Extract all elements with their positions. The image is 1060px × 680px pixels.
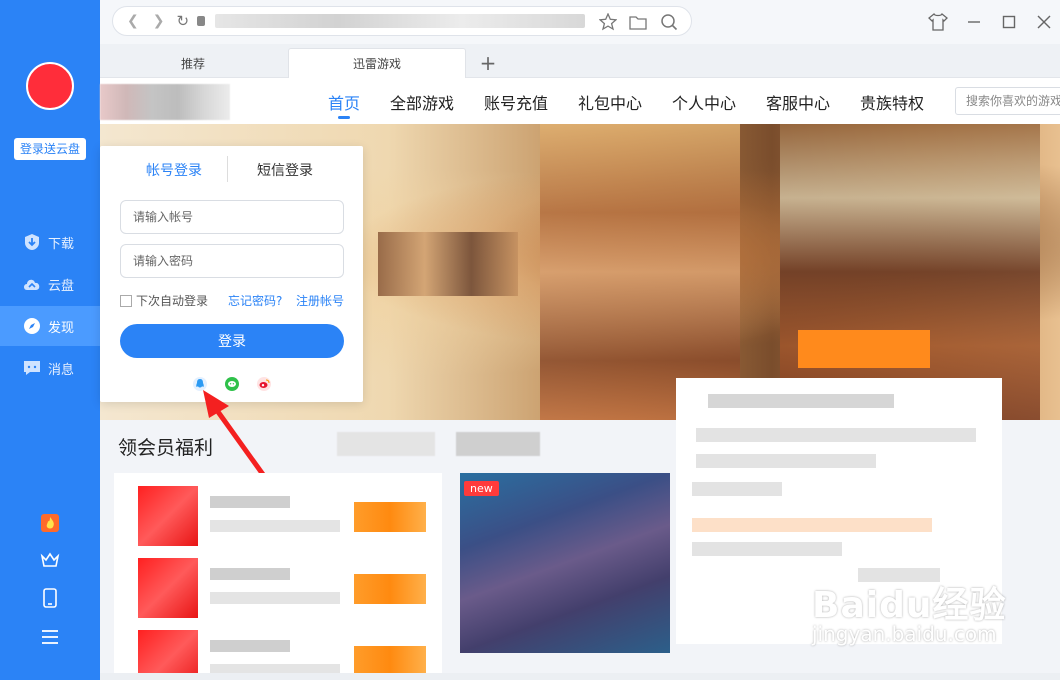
benefit-thumbnail <box>138 558 198 618</box>
benefit-claim-button[interactable] <box>354 502 426 532</box>
crown-icon[interactable] <box>38 548 62 572</box>
search-icon[interactable] <box>657 10 681 34</box>
site-logo[interactable] <box>100 84 230 120</box>
login-cloud-button[interactable]: 登录送云盘 <box>14 138 86 160</box>
login-panel: 帐号登录 短信登录 下次自动登录 忘记密码? 注册帐号 登录 <box>100 146 363 402</box>
info-line <box>696 428 976 442</box>
game-card[interactable]: new <box>460 473 670 653</box>
compass-icon <box>22 316 42 336</box>
tab-recommend[interactable]: 推荐 <box>104 48 282 78</box>
info-line <box>696 454 876 468</box>
password-input[interactable] <box>120 244 344 278</box>
sidebar-item-download[interactable]: 下载 <box>0 222 100 262</box>
nav-recharge[interactable]: 账号充值 <box>484 90 548 114</box>
register-link[interactable]: 注册帐号 <box>296 292 344 309</box>
nav-gift-center[interactable]: 礼包中心 <box>578 90 642 114</box>
watermark-url: jingyan.baidu.com <box>812 622 997 646</box>
section-title-benefits: 领会员福利 <box>118 437 214 459</box>
benefit-list-card <box>114 473 442 680</box>
menu-icon[interactable] <box>38 625 62 649</box>
maximize-icon[interactable] <box>997 10 1021 34</box>
info-line <box>692 542 842 556</box>
back-icon[interactable]: ❮ <box>127 13 139 29</box>
cloud-icon <box>22 274 42 294</box>
skin-icon[interactable] <box>926 10 950 34</box>
sidebar-item-messages[interactable]: 消息 <box>0 348 100 388</box>
nav-home[interactable]: 首页 <box>328 90 360 119</box>
game-search-input[interactable]: 搜索你喜欢的游戏 <box>955 87 1060 115</box>
forward-icon[interactable]: ❯ <box>153 13 165 29</box>
user-avatar[interactable] <box>26 62 74 110</box>
download-icon <box>22 232 42 252</box>
blurred-subtitle <box>337 432 435 456</box>
folder-star-icon[interactable] <box>626 10 650 34</box>
info-line <box>708 394 894 408</box>
tab-sms-login[interactable]: 短信登录 <box>257 160 313 180</box>
tab-divider <box>227 156 228 182</box>
auto-login-checkbox[interactable]: 下次自动登录 <box>120 292 208 309</box>
benefit-claim-button[interactable] <box>354 574 426 604</box>
star-icon[interactable] <box>596 10 620 34</box>
left-sidebar: 登录送云盘 下载 云盘 发现 消息 <box>0 0 100 680</box>
lock-icon <box>197 16 206 26</box>
blurred-tab[interactable] <box>456 432 540 456</box>
list-item[interactable] <box>138 558 428 620</box>
banner-logo-pixelated <box>378 232 518 296</box>
account-input[interactable] <box>120 200 344 234</box>
nav-service-center[interactable]: 客服中心 <box>766 90 830 114</box>
phone-icon[interactable] <box>38 586 62 610</box>
forgot-password-link[interactable]: 忘记密码? <box>228 292 282 309</box>
baidu-watermark: Baidu经验 jingyan.baidu.com <box>812 576 1007 646</box>
nav-noble-privilege[interactable]: 贵族特权 <box>860 90 924 114</box>
browser-toolbar: ❮ ❯ ↻ <box>100 0 1060 44</box>
site-navigation: 首页 全部游戏 账号充值 礼包中心 个人中心 客服中心 贵族特权 搜索你喜欢的游… <box>100 78 1060 124</box>
sidebar-item-label: 云盘 <box>48 278 75 294</box>
list-item[interactable] <box>138 486 428 548</box>
close-icon[interactable] <box>1032 10 1056 34</box>
info-line <box>692 518 932 532</box>
benefit-title-blurred <box>210 640 290 652</box>
sidebar-item-cloud[interactable]: 云盘 <box>0 264 100 304</box>
benefit-title-blurred <box>210 568 290 580</box>
message-icon <box>22 358 42 378</box>
tab-account-login[interactable]: 帐号登录 <box>146 160 202 180</box>
url-text-blurred <box>215 14 586 28</box>
fire-icon[interactable] <box>38 511 62 535</box>
watermark-logo: Baidu经验 <box>812 585 1007 626</box>
reload-icon[interactable]: ↻ <box>176 12 189 30</box>
benefit-title-blurred <box>210 496 290 508</box>
sidebar-item-label: 下载 <box>48 236 75 252</box>
new-badge: new <box>464 481 499 496</box>
benefit-desc-blurred <box>210 592 340 604</box>
banner-hero-left <box>540 124 740 420</box>
info-line <box>692 482 782 496</box>
login-button[interactable]: 登录 <box>120 324 344 358</box>
benefit-claim-button[interactable] <box>354 646 426 676</box>
benefit-desc-blurred <box>210 520 340 532</box>
horizontal-scrollbar[interactable] <box>100 673 1060 680</box>
banner-hero-right <box>780 124 1040 420</box>
nav-all-games[interactable]: 全部游戏 <box>390 90 454 114</box>
benefit-thumbnail <box>138 486 198 546</box>
minimize-icon[interactable] <box>962 10 986 34</box>
sidebar-item-discover[interactable]: 发现 <box>0 306 100 346</box>
browser-tab-bar: 推荐 迅雷游戏 + <box>100 44 1060 78</box>
nav-personal-center[interactable]: 个人中心 <box>672 90 736 114</box>
checkbox-box[interactable] <box>120 294 132 307</box>
tab-xunlei-games[interactable]: 迅雷游戏 <box>288 48 466 78</box>
sidebar-item-label: 消息 <box>48 362 75 378</box>
auto-login-label: 下次自动登录 <box>136 294 209 308</box>
new-tab-button[interactable]: + <box>474 48 502 78</box>
sidebar-item-label: 发现 <box>48 320 75 336</box>
banner-cta-button[interactable] <box>798 330 930 368</box>
